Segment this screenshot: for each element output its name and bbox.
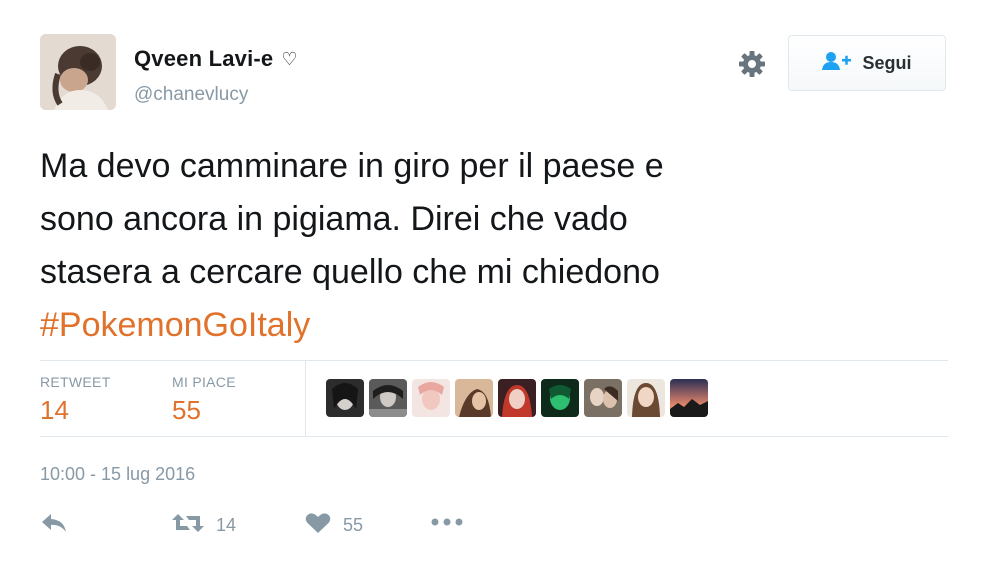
liker-avatar[interactable] xyxy=(670,379,708,417)
liker-avatar[interactable] xyxy=(541,379,579,417)
tweet-timestamp[interactable]: 10:00 - 15 lug 2016 xyxy=(40,464,195,485)
like-button[interactable]: 55 xyxy=(305,512,363,539)
avatar[interactable] xyxy=(40,34,116,110)
hashtag-link[interactable]: #PokemonGoItaly xyxy=(40,299,940,352)
liker-avatar[interactable] xyxy=(455,379,493,417)
likes-stat[interactable]: MI PIACE 55 xyxy=(172,374,236,426)
user-handle[interactable]: @chanevlucy xyxy=(134,84,248,106)
follow-button-label: Segui xyxy=(862,52,912,73)
likes-stat-count: 55 xyxy=(172,395,201,425)
more-button[interactable] xyxy=(430,515,464,534)
retweet-button[interactable]: 14 xyxy=(172,512,236,539)
stats-divider-vertical xyxy=(305,361,306,436)
gear-icon[interactable] xyxy=(736,48,768,80)
liker-avatar[interactable] xyxy=(627,379,665,417)
like-action-count: 55 xyxy=(343,515,364,535)
more-icon xyxy=(430,515,464,534)
stats-divider-bottom xyxy=(40,436,948,437)
tweet-text-line: sono ancora in pigiama. Direi che vado xyxy=(40,200,628,238)
follow-user-icon xyxy=(822,51,852,76)
tweet-text: Ma devo camminare in giro per il paese e… xyxy=(40,140,940,352)
retweet-stat[interactable]: RETWEET 14 xyxy=(40,374,111,426)
user-name-row[interactable]: Qveen Lavi-e ♡ xyxy=(134,46,298,72)
liker-avatar[interactable] xyxy=(498,379,536,417)
liker-avatar[interactable] xyxy=(412,379,450,417)
tweet-card: Qveen Lavi-e ♡ @chanevlucy Segui Ma devo… xyxy=(0,0,990,572)
retweet-stat-label: RETWEET xyxy=(40,374,111,390)
tweet-text-line: stasera a cercare quello che mi chiedono xyxy=(40,253,660,291)
retweet-icon xyxy=(172,512,204,539)
liker-avatar[interactable] xyxy=(326,379,364,417)
tweet-text-line: Ma devo camminare in giro per il paese e xyxy=(40,147,664,185)
liker-avatar[interactable] xyxy=(584,379,622,417)
likes-stat-label: MI PIACE xyxy=(172,374,236,390)
display-name[interactable]: Qveen Lavi-e xyxy=(134,46,273,72)
retweet-stat-count: 14 xyxy=(40,395,69,425)
reply-icon xyxy=(40,512,68,539)
liker-avatars xyxy=(326,379,708,417)
heart-icon xyxy=(305,512,331,539)
retweet-action-count: 14 xyxy=(216,515,237,535)
name-heart-symbol: ♡ xyxy=(281,48,298,69)
tweet-actions: 14 55 xyxy=(40,512,560,542)
liker-avatar[interactable] xyxy=(369,379,407,417)
follow-button[interactable]: Segui xyxy=(788,35,946,91)
reply-button[interactable] xyxy=(40,512,68,539)
stats-divider-top xyxy=(40,360,948,361)
